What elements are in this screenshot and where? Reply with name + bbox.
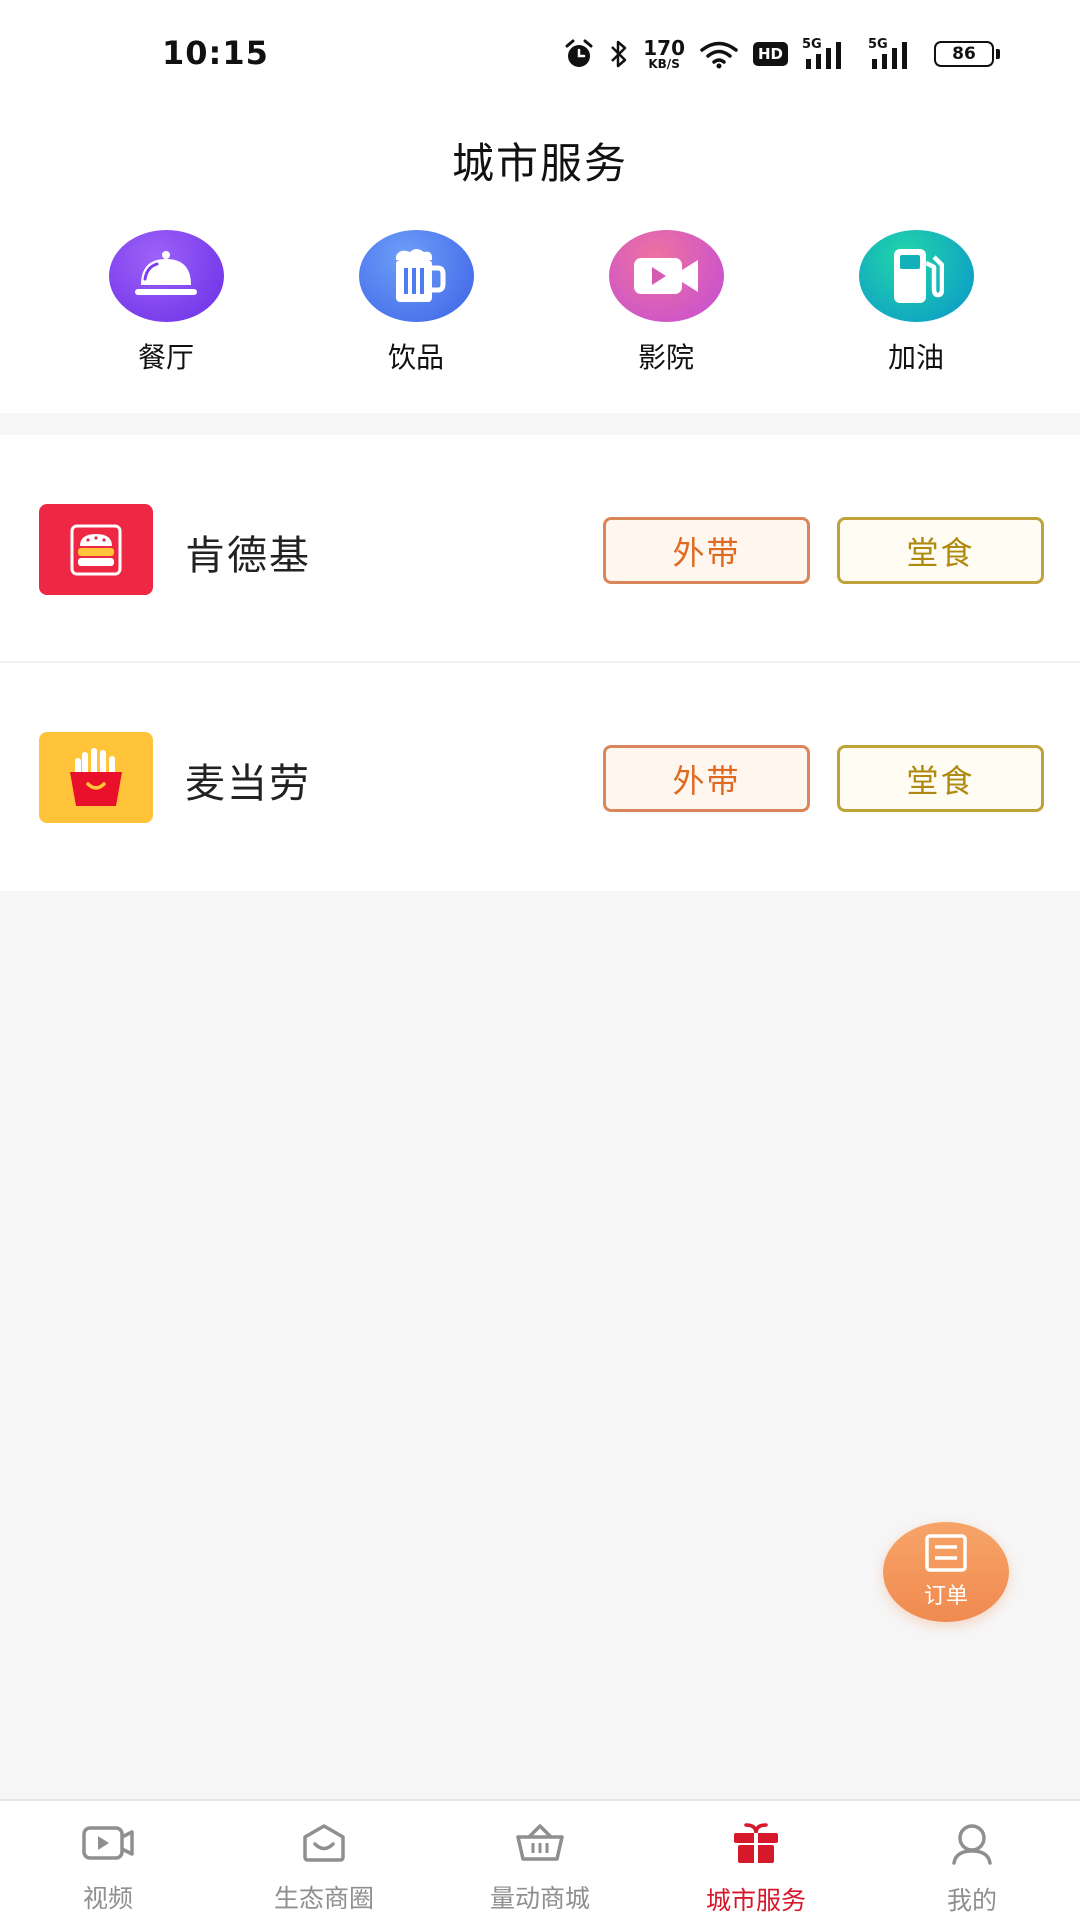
burger-icon xyxy=(39,504,153,595)
nav-item-mine[interactable]: 我的 xyxy=(864,1801,1080,1920)
category-label: 影院 xyxy=(637,341,694,374)
order-list-icon xyxy=(925,1534,967,1576)
order-fab-button[interactable]: 订单 xyxy=(883,1522,1009,1622)
video-icon xyxy=(82,1823,134,1867)
category-grid: 餐厅 饮品 影院 加油 xyxy=(0,210,1080,413)
cloche-icon xyxy=(108,230,224,322)
status-icons: 170 KB/S HD 5G 5G 86 xyxy=(563,34,1000,74)
net-speed-value: 170 xyxy=(643,36,685,60)
beer-mug-icon xyxy=(358,230,474,322)
store-row-mcdonalds[interactable]: 麦当劳 外带 堂食 xyxy=(0,663,1080,891)
status-bar: 10:15 170 KB/S HD 5G 5G 86 xyxy=(0,0,1080,110)
battery-icon: 86 xyxy=(934,41,1000,67)
hd-badge: HD xyxy=(752,42,788,66)
category-label: 加油 xyxy=(887,341,944,374)
net-speed: 170 KB/S xyxy=(643,38,685,70)
category-drinks[interactable]: 饮品 xyxy=(336,230,496,376)
store-list: 肯德基 外带 堂食 麦当劳 外带 堂食 xyxy=(0,435,1080,891)
user-icon xyxy=(950,1823,994,1869)
video-camera-icon xyxy=(608,230,724,322)
net-speed-unit: KB/S xyxy=(648,57,680,71)
nav-item-mall[interactable]: 量动商城 xyxy=(432,1801,648,1920)
signal-icon-2: 5G xyxy=(868,37,920,71)
dine-in-button[interactable]: 堂食 xyxy=(837,517,1044,584)
fries-icon xyxy=(39,732,153,823)
page-header: 城市服务 xyxy=(0,110,1080,210)
category-cinema[interactable]: 影院 xyxy=(586,230,746,376)
wifi-icon xyxy=(699,39,739,69)
order-fab-label: 订单 xyxy=(923,1584,968,1609)
page-title: 城市服务 xyxy=(451,138,628,188)
gift-icon xyxy=(732,1823,780,1869)
nav-item-video[interactable]: 视频 xyxy=(0,1801,216,1920)
fuel-pump-icon xyxy=(858,230,974,322)
takeout-button[interactable]: 外带 xyxy=(603,745,810,812)
nav-label: 我的 xyxy=(946,1886,997,1915)
nav-label: 城市服务 xyxy=(705,1886,806,1915)
nav-item-ecosystem[interactable]: 生态商圈 xyxy=(216,1801,432,1920)
category-label: 餐厅 xyxy=(137,341,194,374)
store-name: 麦当劳 xyxy=(185,761,311,807)
nav-item-city-service[interactable]: 城市服务 xyxy=(648,1801,864,1920)
takeout-button[interactable]: 外带 xyxy=(603,517,810,584)
nav-label: 量动商城 xyxy=(489,1884,590,1913)
signal-icon: 5G xyxy=(802,37,854,71)
status-time: 10:15 xyxy=(162,34,269,72)
alarm-icon xyxy=(563,38,595,70)
nav-label: 视频 xyxy=(82,1884,133,1913)
category-label: 饮品 xyxy=(387,341,444,374)
bottom-nav: 视频 生态商圈 量动商城 城市服务 我的 xyxy=(0,1799,1080,1920)
bluetooth-icon xyxy=(609,39,629,69)
category-restaurant[interactable]: 餐厅 xyxy=(86,230,246,376)
battery-level: 86 xyxy=(952,44,976,64)
store-row-kfc[interactable]: 肯德基 外带 堂食 xyxy=(0,435,1080,663)
basket-icon xyxy=(515,1823,565,1867)
store-name: 肯德基 xyxy=(185,533,311,579)
shop-bag-icon xyxy=(301,1823,347,1867)
dine-in-button[interactable]: 堂食 xyxy=(837,745,1044,812)
category-fuel[interactable]: 加油 xyxy=(836,230,996,376)
nav-label: 生态商圈 xyxy=(273,1884,374,1913)
